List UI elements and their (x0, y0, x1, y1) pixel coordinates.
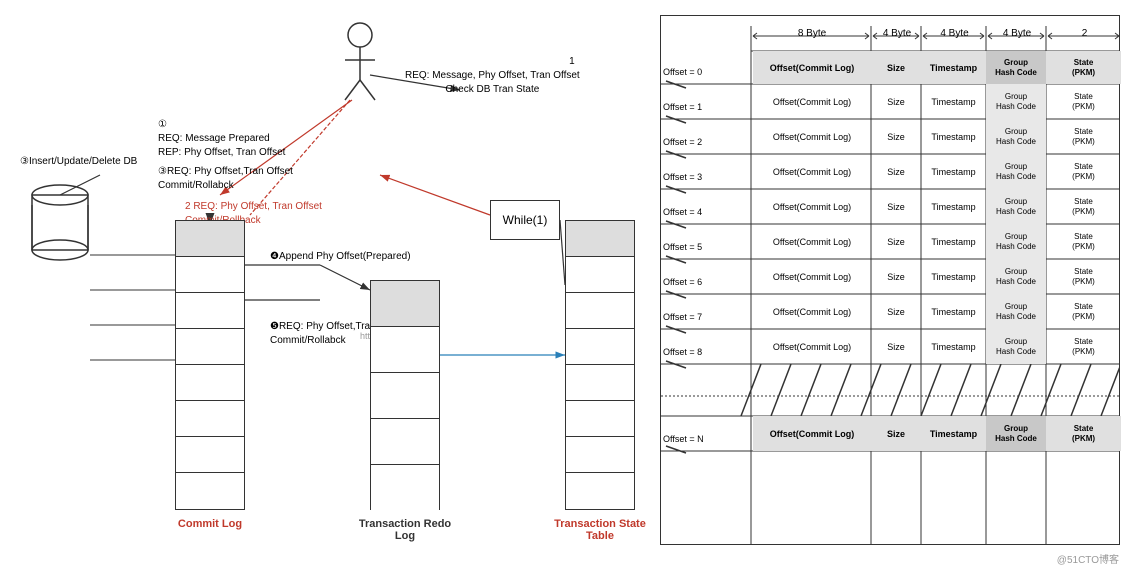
req-message: REQ: Message Prepared (158, 132, 285, 146)
offset-4-label: Offset = 4 (663, 207, 751, 217)
commit-rollback3: Commit/Rollabck (158, 179, 293, 193)
commit-log-row-7 (176, 473, 244, 509)
commit-log-box (175, 220, 245, 510)
step1-top-label: 1 (405, 55, 575, 69)
offset-1-label: Offset = 1 (663, 102, 751, 112)
state-table-label-highlight: Table (586, 530, 614, 542)
header-group-hash: GroupHash Code (986, 51, 1046, 84)
byte-header-4a: 4 Byte (873, 28, 921, 39)
offset-5-label: Offset = 5 (663, 242, 751, 252)
check-db: Check DB Tran State (405, 83, 580, 97)
right-table: 8 Byte 4 Byte 4 Byte 4 Byte 2 Offset(Com… (660, 15, 1120, 545)
step3-annotation: ③REQ: Phy Offset,Tran Offset Commit/Roll… (158, 165, 293, 193)
redo-log-row-4 (371, 465, 439, 511)
while-box: While(1) (490, 200, 560, 240)
redo-log-row-0 (371, 281, 439, 327)
commit-log-row-1 (176, 257, 244, 293)
commit-log-row-4 (176, 365, 244, 401)
db-operation-label: ③Insert/Update/Delete DB (20, 155, 137, 169)
commit-log-row-3 (176, 329, 244, 365)
offset-n-label: Offset = N (663, 434, 751, 444)
header-size: Size (871, 51, 921, 84)
rep-phy: REP: Phy Offset, Tran Offset (158, 146, 285, 160)
offset-6-label: Offset = 6 (663, 277, 751, 287)
step2-req: 2 REQ: Phy Offset, Tran Offset (185, 200, 322, 214)
byte-header-2: 2 (1048, 28, 1121, 39)
offset-0-label: Offset = 0 (663, 67, 751, 77)
state-table-row-7 (566, 473, 634, 509)
header-state: State(PKM) (1046, 51, 1121, 84)
db-cylinder (30, 180, 90, 260)
state-table-row-3 (566, 329, 634, 365)
redo-log-row-3 (371, 419, 439, 465)
state-table-box (565, 220, 635, 510)
redo-log-box (370, 280, 440, 510)
step3-label: ③REQ: Phy Offset,Tran Offset (158, 165, 293, 179)
top-req-annotation: 1 REQ: Message, Phy Offset, Tran Offset … (405, 55, 580, 97)
step1-annotation: ① REQ: Message Prepared REP: Phy Offset,… (158, 118, 285, 160)
commit-log-row-6 (176, 437, 244, 473)
redo-log-row-2 (371, 373, 439, 419)
state-table-row-2 (566, 293, 634, 329)
commit-log-row-5 (176, 401, 244, 437)
state-table-row-5 (566, 401, 634, 437)
state-table-row-1 (566, 257, 634, 293)
commit-log-row-0 (176, 221, 244, 257)
offset-3-label: Offset = 3 (663, 172, 751, 182)
redo-log-label: Transaction Redo Log (355, 518, 455, 542)
header-timestamp: Timestamp (921, 51, 986, 84)
byte-header-4c: 4 Byte (988, 28, 1046, 39)
while-label: While(1) (503, 213, 548, 227)
state-table-row-0 (566, 221, 634, 257)
state-table-row-4 (566, 365, 634, 401)
offset-2-label: Offset = 2 (663, 137, 751, 147)
state-table-row-6 (566, 437, 634, 473)
state-table-label: Transaction State Table (540, 518, 660, 542)
commit-log-label: Commit Log (175, 518, 245, 530)
main-diagram: ③Insert/Update/Delete DB ① REQ: Message … (0, 0, 1129, 571)
req-top: REQ: Message, Phy Offset, Tran Offset (405, 69, 580, 83)
offset-8-label: Offset = 8 (663, 347, 751, 357)
redo-log-row-1 (371, 327, 439, 373)
append-phy-annotation: ❹Append Phy Offset(Prepared) (270, 250, 411, 264)
state-table-label-1: Transaction State (554, 518, 646, 530)
header-commit-log: Offset(Commit Log) (753, 51, 871, 84)
commit-log-row-2 (176, 293, 244, 329)
offset-7-label: Offset = 7 (663, 312, 751, 322)
watermark: @51CTO博客 (1057, 551, 1119, 566)
byte-header-8: 8 Byte (753, 28, 871, 39)
step1-circle: ① (158, 118, 285, 132)
byte-header-4b: 4 Byte (923, 28, 986, 39)
